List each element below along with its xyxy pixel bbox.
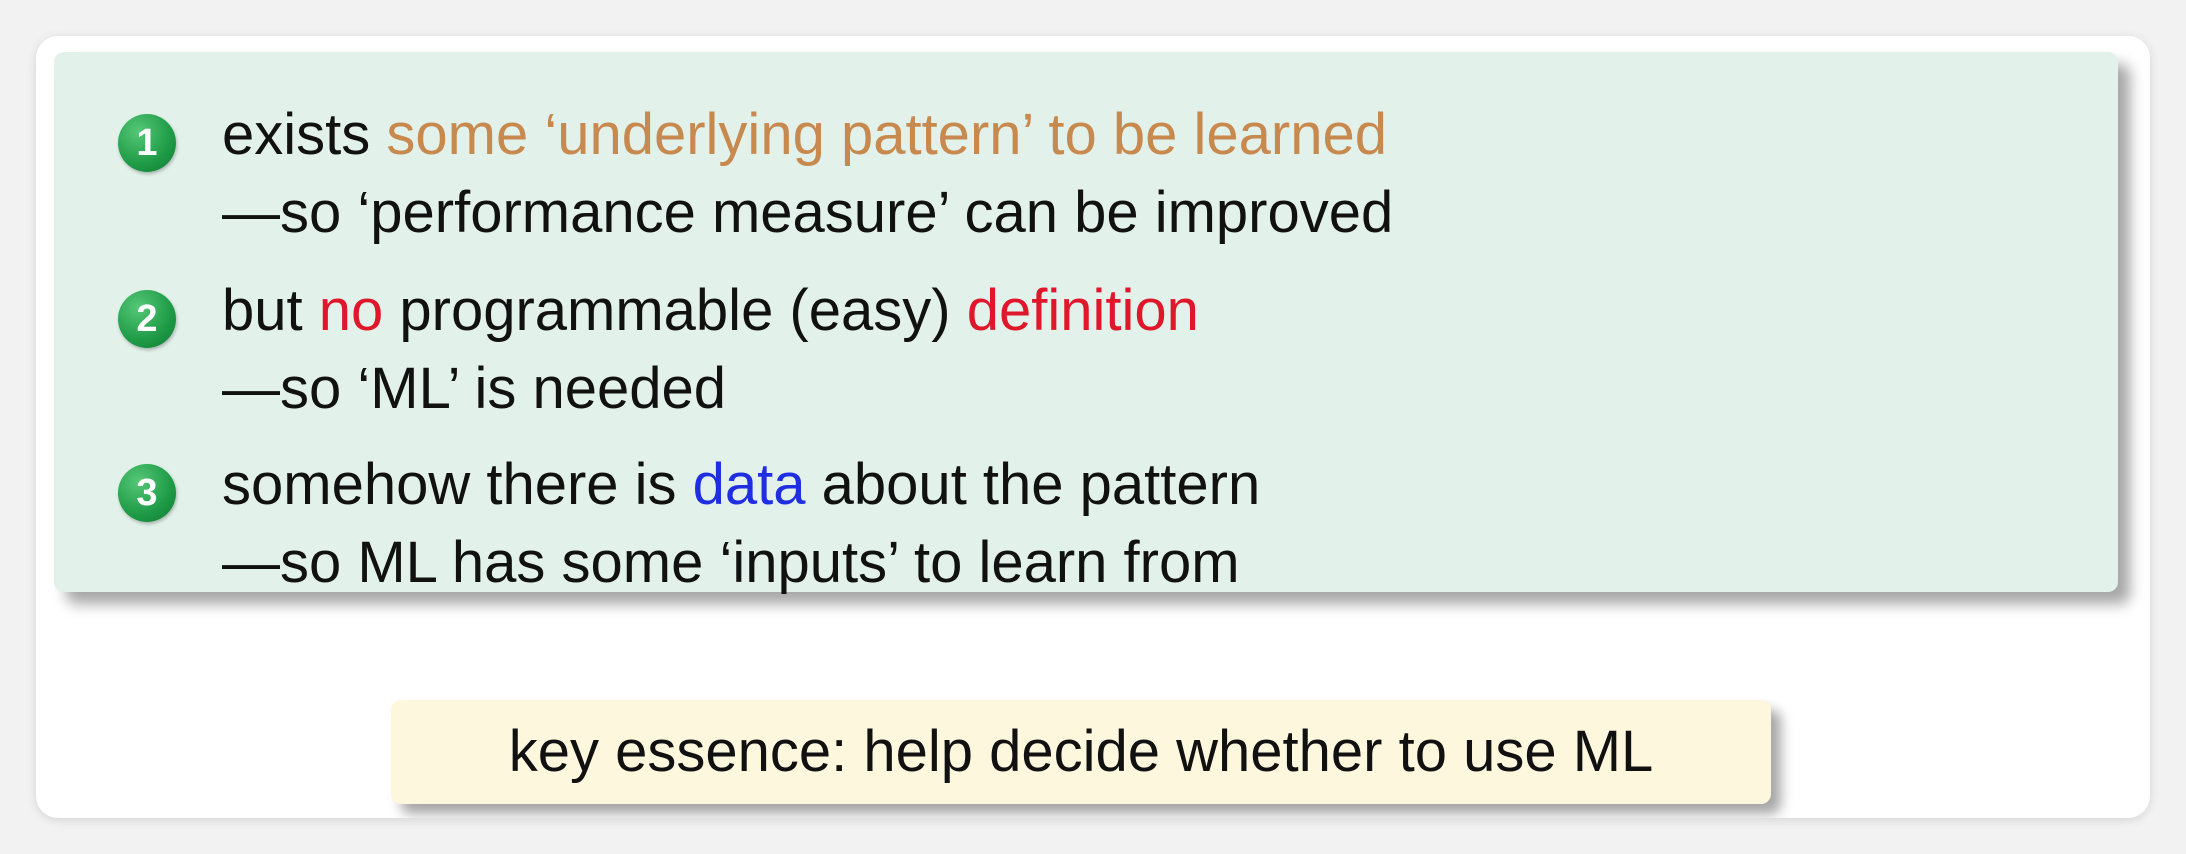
number-badge-1: 1	[118, 114, 176, 172]
condition-2-statement: but no programmable (easy) definition	[222, 276, 1199, 346]
condition-2-text-definition: definition	[966, 278, 1199, 343]
condition-2-text-no: no	[318, 278, 384, 343]
condition-2-consequence: —so ‘ML’ is needed	[222, 356, 727, 421]
condition-3-text-about-pattern: about the pattern	[805, 452, 1261, 517]
conditions-panel: 1 exists some ‘underlying pattern’ to be…	[54, 52, 2118, 595]
slide: 1 exists some ‘underlying pattern’ to be…	[36, 36, 2150, 818]
condition-3-text-data: data	[692, 452, 806, 517]
condition-1-text-underlying-pattern: some ‘underlying pattern’ to be learned	[386, 102, 1387, 167]
number-badge-2: 2	[118, 290, 176, 348]
condition-3-consequence: —so ML has some ‘inputs’ to learn from	[222, 530, 1240, 595]
key-essence-text: key essence: help decide whether to use …	[508, 719, 1654, 784]
number-badge-3: 3	[118, 464, 176, 522]
condition-3-statement: somehow there is data about the pattern	[222, 450, 1260, 520]
condition-1-statement: exists some ‘underlying pattern’ to be l…	[222, 100, 1387, 170]
condition-3-text-somehow: somehow there is	[222, 452, 693, 517]
condition-2-text-programmable: programmable (easy)	[383, 278, 967, 343]
key-essence-box: key essence: help decide whether to use …	[391, 700, 1771, 804]
condition-1-text-exists: exists	[222, 102, 387, 167]
condition-2-text-but: but	[222, 278, 319, 343]
condition-1-consequence: —so ‘performance measure’ can be improve…	[222, 180, 1394, 245]
